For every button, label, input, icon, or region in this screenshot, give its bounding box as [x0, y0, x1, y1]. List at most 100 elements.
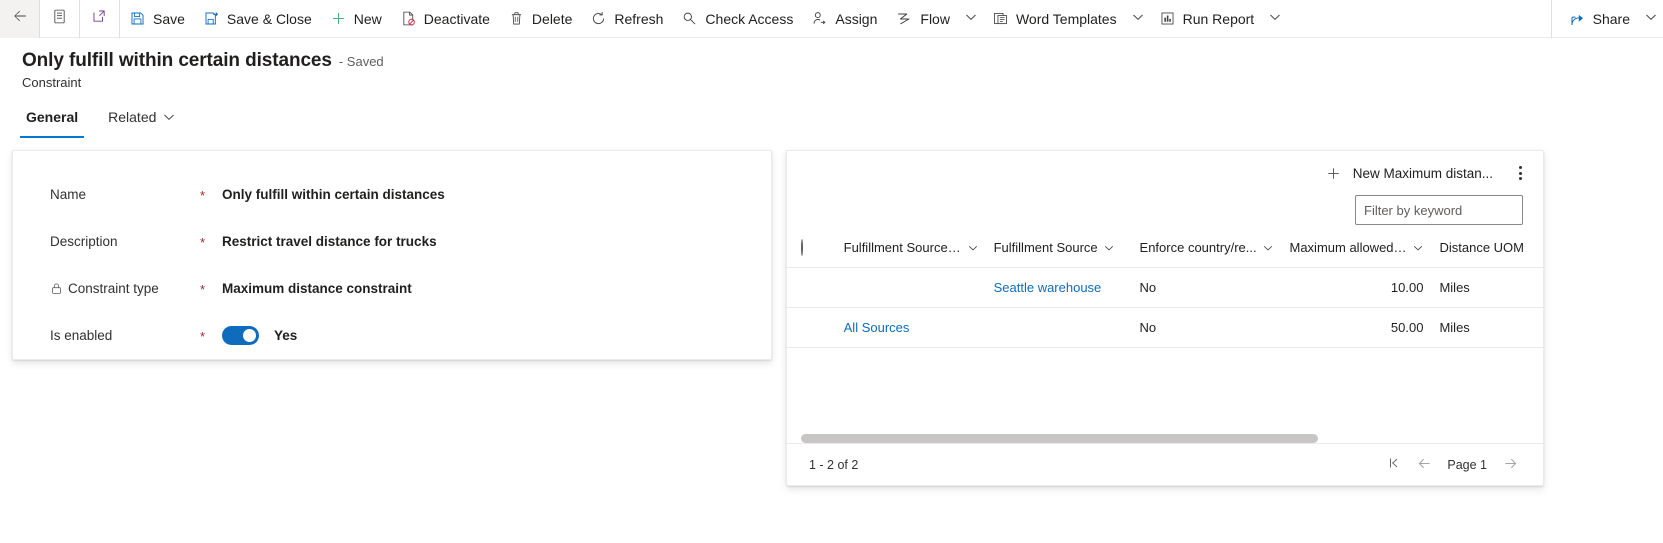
deactivate-label: Deactivate	[423, 10, 490, 27]
main-content: Name * Only fulfill within certain dista…	[0, 138, 1663, 538]
share-button[interactable]: Share	[1560, 0, 1639, 38]
column-header-distance-uom[interactable]: Distance UOM	[1431, 229, 1543, 268]
deactivate-icon	[400, 10, 417, 27]
field-label-constraint-type: Constraint type	[50, 281, 200, 296]
field-value-constraint-type: Maximum distance constraint	[222, 281, 412, 296]
save-label: Save	[153, 10, 185, 27]
table-row[interactable]: All Sources No 50.00 Miles	[787, 307, 1543, 348]
subgrid-scroll-area: Fulfillment Source ... Fulfillment Sourc…	[787, 229, 1543, 443]
refresh-label: Refresh	[614, 10, 664, 27]
chevron-down-icon	[1269, 10, 1281, 28]
new-maximum-distance-label: New Maximum distan...	[1352, 165, 1493, 181]
fulfillment-source-link[interactable]: Seattle warehouse	[994, 280, 1102, 295]
chevron-down-icon	[1104, 243, 1114, 253]
share-chevron-button[interactable]	[1639, 0, 1663, 38]
horizontal-scrollbar-thumb[interactable]	[801, 434, 1318, 443]
row-select-cell[interactable]	[787, 267, 836, 308]
word-templates-label: Word Templates	[1015, 10, 1117, 27]
flow-chevron-button[interactable]	[959, 0, 983, 38]
check-access-button[interactable]: Check Access	[672, 0, 802, 38]
cell-fulfillment-source: Seattle warehouse	[985, 267, 1132, 308]
run-report-label: Run Report	[1182, 10, 1255, 27]
next-page-icon	[1502, 455, 1519, 475]
page-title: Only fulfill within certain distances	[22, 50, 332, 71]
next-page-button[interactable]	[1497, 452, 1523, 478]
column-header-maximum-allowed[interactable]: Maximum allowed ...	[1281, 229, 1432, 268]
flow-button[interactable]: Flow	[886, 0, 959, 38]
cell-enforce-country: No	[1131, 307, 1282, 348]
required-indicator: *	[200, 188, 206, 203]
popout-button[interactable]	[80, 0, 119, 38]
form-selector-button[interactable]	[40, 0, 79, 38]
new-label: New	[353, 10, 382, 27]
assign-label: Assign	[835, 10, 878, 27]
field-row-description: Description * Restrict travel distance f…	[13, 218, 771, 265]
maximum-distance-subgrid: New Maximum distan... Filter by keyword …	[786, 150, 1544, 486]
column-header-label: Fulfillment Source	[993, 240, 1098, 256]
chevron-down-icon	[968, 243, 978, 253]
column-header-label: Maximum allowed ...	[1289, 240, 1408, 256]
column-header-label: Fulfillment Source ...	[843, 240, 962, 256]
cell-fulfillment-source-group	[835, 267, 986, 308]
key-icon	[681, 10, 698, 27]
word-templates-button[interactable]: Word Templates	[983, 0, 1126, 38]
open-in-new-window-icon	[91, 8, 108, 30]
field-label-name: Name	[50, 187, 87, 202]
previous-page-button[interactable]	[1411, 452, 1437, 478]
run-report-button[interactable]: Run Report	[1150, 0, 1264, 38]
save-and-close-button[interactable]: Save & Close	[194, 0, 321, 38]
required-indicator: *	[200, 329, 206, 344]
refresh-icon	[590, 10, 607, 27]
subgrid-footer: 1 - 2 of 2 Page 1	[787, 443, 1543, 485]
horizontal-scrollbar[interactable]	[801, 434, 1509, 443]
chevron-down-icon	[1413, 243, 1423, 253]
select-all-header[interactable]	[787, 229, 836, 268]
save-and-close-icon	[203, 10, 220, 27]
tab-related[interactable]: Related	[102, 104, 181, 138]
is-enabled-toggle-wrap: Yes	[222, 326, 297, 345]
field-label-constraint-type-text: Constraint type	[68, 281, 159, 296]
subgrid-overflow-button[interactable]	[1507, 159, 1533, 187]
row-select-cell[interactable]	[787, 307, 836, 348]
required-indicator: *	[200, 235, 206, 250]
check-access-label: Check Access	[705, 10, 794, 27]
new-maximum-distance-button[interactable]: New Maximum distan...	[1317, 160, 1501, 187]
cell-distance-uom: Miles	[1431, 307, 1543, 348]
select-all-circle-icon[interactable]	[801, 239, 803, 257]
deactivate-button[interactable]: Deactivate	[391, 0, 499, 38]
new-button[interactable]: New	[321, 0, 391, 38]
column-header-fulfillment-source[interactable]: Fulfillment Source	[985, 229, 1132, 268]
filter-by-keyword-input[interactable]	[1355, 195, 1523, 225]
plus-icon	[330, 10, 347, 27]
delete-button[interactable]: Delete	[499, 0, 581, 38]
pagination-controls: Page 1	[1381, 452, 1523, 478]
previous-page-icon	[1416, 455, 1433, 475]
first-page-button[interactable]	[1381, 452, 1407, 478]
required-indicator: *	[200, 282, 206, 297]
cell-distance-uom: Miles	[1431, 267, 1543, 308]
fulfillment-source-group-link[interactable]: All Sources	[844, 320, 910, 335]
tab-general[interactable]: General	[20, 104, 85, 138]
refresh-button[interactable]: Refresh	[581, 0, 672, 38]
word-templates-chevron-button[interactable]	[1126, 0, 1150, 38]
assign-button[interactable]: Assign	[802, 0, 886, 38]
column-header-enforce-country[interactable]: Enforce country/re...	[1131, 229, 1282, 268]
save-button[interactable]: Save	[120, 0, 194, 38]
column-header-fulfillment-source-group[interactable]: Fulfillment Source ...	[835, 229, 986, 268]
run-report-chevron-button[interactable]	[1263, 0, 1287, 38]
subgrid-toolbar: New Maximum distan...	[787, 151, 1543, 195]
table-row[interactable]: Seattle warehouse No 10.00 Miles	[787, 267, 1543, 308]
chevron-down-icon	[1645, 10, 1657, 28]
cell-enforce-country: No	[1131, 267, 1282, 308]
lock-icon	[50, 282, 63, 295]
field-value-name[interactable]: Only fulfill within certain distances	[222, 187, 445, 202]
field-value-description[interactable]: Restrict travel distance for trucks	[222, 234, 437, 249]
tab-related-label: Related	[108, 109, 157, 125]
assign-person-icon	[811, 10, 828, 27]
entity-name-label: Constraint	[22, 75, 82, 90]
back-button[interactable]	[0, 0, 39, 38]
save-and-close-label: Save & Close	[226, 10, 312, 27]
is-enabled-toggle[interactable]	[222, 326, 259, 345]
chevron-down-icon	[163, 111, 175, 123]
field-row-is-enabled: Is enabled * Yes	[13, 312, 771, 359]
